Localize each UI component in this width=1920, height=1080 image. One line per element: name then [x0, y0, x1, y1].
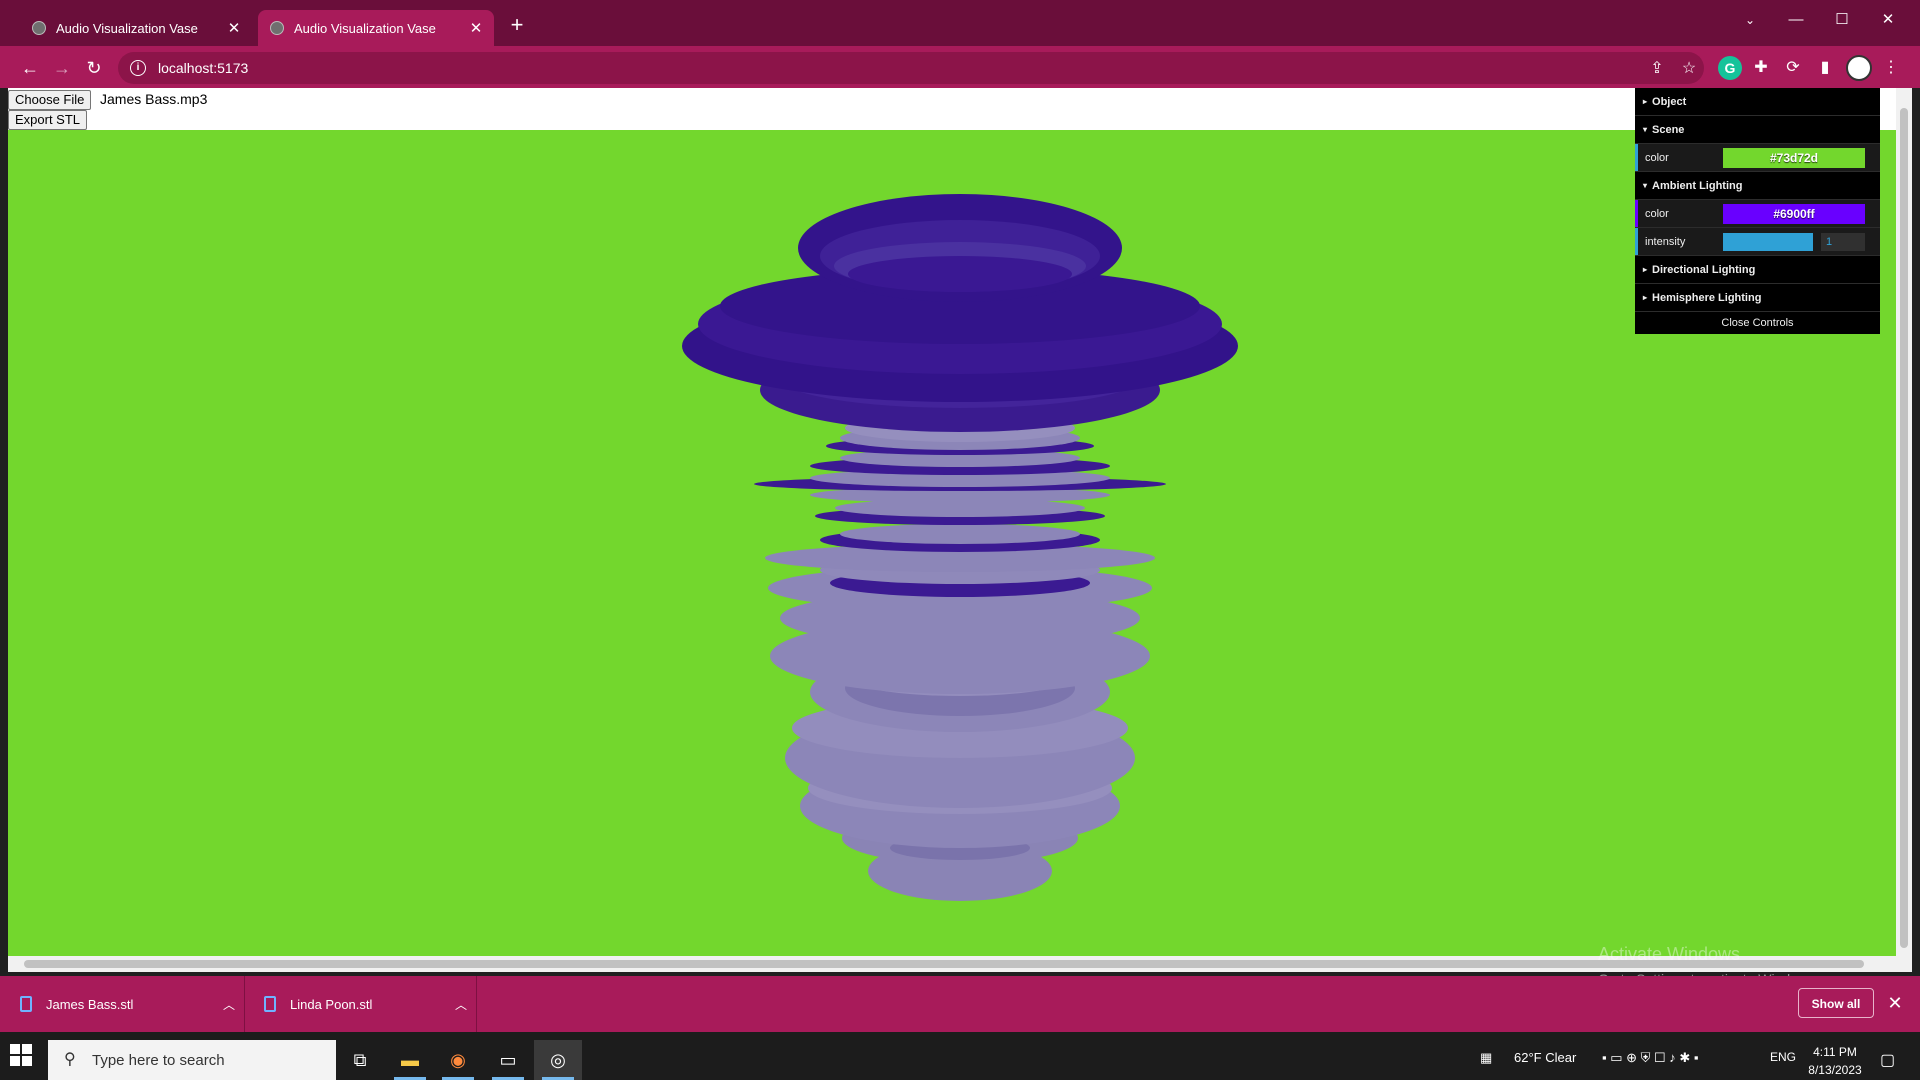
reload-button[interactable]: ↻	[82, 56, 106, 80]
taskbar-clock[interactable]: 4:11 PM 8/13/2023	[1800, 1043, 1870, 1079]
caret-down-icon: ▾	[1643, 181, 1648, 190]
intensity-slider[interactable]	[1723, 232, 1813, 251]
window-close-button[interactable]: ✕	[1866, 6, 1910, 34]
page-viewport: Choose File James Bass.mp3 Export STL ▸ …	[8, 88, 1896, 972]
share-icon[interactable]: ⇪	[1646, 58, 1668, 80]
info-icon[interactable]: i	[130, 60, 146, 76]
stl-file-icon	[20, 996, 32, 1012]
caret-right-icon: ▸	[1643, 293, 1648, 302]
scrollbar-thumb[interactable]	[24, 960, 1864, 968]
scrollbar-thumb[interactable]	[1900, 108, 1908, 948]
maximize-button[interactable]: ☐	[1820, 6, 1864, 34]
folder-hemisphere-lighting[interactable]: ▸ Hemisphere Lighting	[1635, 284, 1880, 312]
scene-color-row: color #73d72d	[1635, 144, 1880, 172]
notifications-icon[interactable]: ▢	[1880, 1050, 1895, 1070]
chrome-icon[interactable]: ◎	[534, 1040, 582, 1080]
folder-label: Ambient Lighting	[1652, 179, 1743, 192]
vertical-scrollbar[interactable]	[1896, 88, 1912, 972]
windows-start-icon[interactable]	[10, 1044, 34, 1068]
weather-icon[interactable]: ▦	[1480, 1050, 1492, 1066]
caret-right-icon: ▸	[1643, 265, 1648, 274]
forward-button[interactable]: →	[50, 56, 74, 80]
caret-down-icon: ▾	[1643, 125, 1648, 134]
extensions-puzzle-icon[interactable]: ✚	[1750, 57, 1772, 79]
controls-panel: ▸ Object ▾ Scene color #73d72d ▾ Ambient Li…	[1635, 88, 1880, 334]
folder-label: Scene	[1652, 123, 1685, 136]
folder-directional-lighting[interactable]: ▸ Directional Lighting	[1635, 256, 1880, 284]
tab-title: Audio Visualization Vase	[56, 20, 198, 36]
clock-time: 4:11 PM	[1813, 1045, 1857, 1059]
chevron-up-icon[interactable]: ︿	[214, 996, 244, 1013]
close-icon[interactable]: ✕	[466, 19, 486, 37]
close-controls-button[interactable]: Close Controls	[1635, 312, 1880, 334]
weather-text[interactable]: 62°F Clear	[1514, 1050, 1576, 1065]
search-placeholder: Type here to search	[92, 1051, 225, 1069]
back-button[interactable]: ←	[18, 56, 42, 80]
stl-file-icon	[264, 996, 276, 1012]
show-all-button[interactable]: Show all	[1798, 988, 1874, 1018]
menu-kebab-icon[interactable]: ⋮	[1880, 57, 1902, 79]
globe-icon	[32, 21, 46, 35]
download-item[interactable]: Linda Poon.stl ︿	[244, 976, 477, 1032]
activate-windows-title: Activate Windows	[1598, 944, 1741, 964]
address-bar[interactable]: i localhost:5173	[118, 52, 1704, 84]
tab-title: Audio Visualization Vase	[294, 20, 436, 36]
tab-inactive[interactable]: Audio Visualization Vase ✕	[20, 10, 252, 46]
search-icon: ⚲	[64, 1051, 76, 1068]
tray-icons[interactable]: ▪ ▭ ⊕ ⛨ ☐ ♪ ✱ ▪	[1602, 1050, 1698, 1066]
downloads-shelf: James Bass.stl ︿ Linda Poon.stl ︿	[0, 976, 1920, 1032]
vase-3d-render[interactable]	[8, 88, 1896, 972]
new-tab-button[interactable]: +	[506, 14, 528, 36]
clock-date: 8/13/2023	[1808, 1063, 1862, 1077]
blender-icon[interactable]: ◉	[434, 1040, 482, 1080]
chevron-up-icon[interactable]: ︿	[446, 996, 476, 1013]
scene-color-input[interactable]: #73d72d	[1723, 147, 1865, 168]
language-indicator[interactable]: ENG	[1770, 1050, 1796, 1064]
terminal-icon[interactable]: ▭	[484, 1040, 532, 1080]
download-item[interactable]: James Bass.stl ︿	[0, 976, 245, 1032]
side-panel-icon[interactable]: ▮	[1814, 57, 1836, 79]
folder-scene[interactable]: ▾ Scene	[1635, 116, 1880, 144]
file-explorer-icon[interactable]: ▬	[386, 1040, 434, 1080]
property-label: color	[1645, 207, 1669, 220]
minimize-button[interactable]: —	[1774, 6, 1818, 34]
folder-ambient-lighting[interactable]: ▾ Ambient Lighting	[1635, 172, 1880, 200]
grammarly-extension-icon[interactable]: G	[1718, 56, 1742, 80]
caret-right-icon: ▸	[1643, 97, 1648, 106]
download-name: James Bass.stl	[46, 996, 134, 1012]
url-text: localhost:5173	[158, 60, 249, 76]
folder-object[interactable]: ▸ Object	[1635, 88, 1880, 116]
property-label: intensity	[1645, 235, 1686, 248]
tab-search-icon[interactable]: ⌄	[1728, 6, 1772, 34]
close-icon[interactable]: ✕	[1882, 990, 1908, 1016]
ambient-color-row: color #6900ff	[1635, 200, 1880, 228]
ambient-intensity-row: intensity 1	[1635, 228, 1880, 256]
intensity-input[interactable]: 1	[1821, 232, 1865, 251]
folder-label: Object	[1652, 95, 1687, 108]
sync-icon[interactable]: ⟳	[1782, 57, 1804, 79]
download-name: Linda Poon.stl	[290, 996, 373, 1012]
task-view-icon[interactable]: ⧉	[336, 1040, 384, 1080]
ambient-color-input[interactable]: #6900ff	[1723, 203, 1865, 224]
taskbar-search-box[interactable]: ⚲ Type here to search	[48, 1040, 336, 1080]
tab-active[interactable]: Audio Visualization Vase ✕	[258, 10, 494, 46]
close-icon[interactable]: ✕	[224, 19, 244, 37]
globe-icon	[270, 21, 284, 35]
profile-avatar[interactable]	[1846, 55, 1872, 81]
folder-label: Hemisphere Lighting	[1652, 291, 1762, 304]
folder-label: Directional Lighting	[1652, 263, 1756, 276]
property-label: color	[1645, 151, 1669, 164]
bookmark-star-icon[interactable]: ☆	[1678, 58, 1700, 80]
